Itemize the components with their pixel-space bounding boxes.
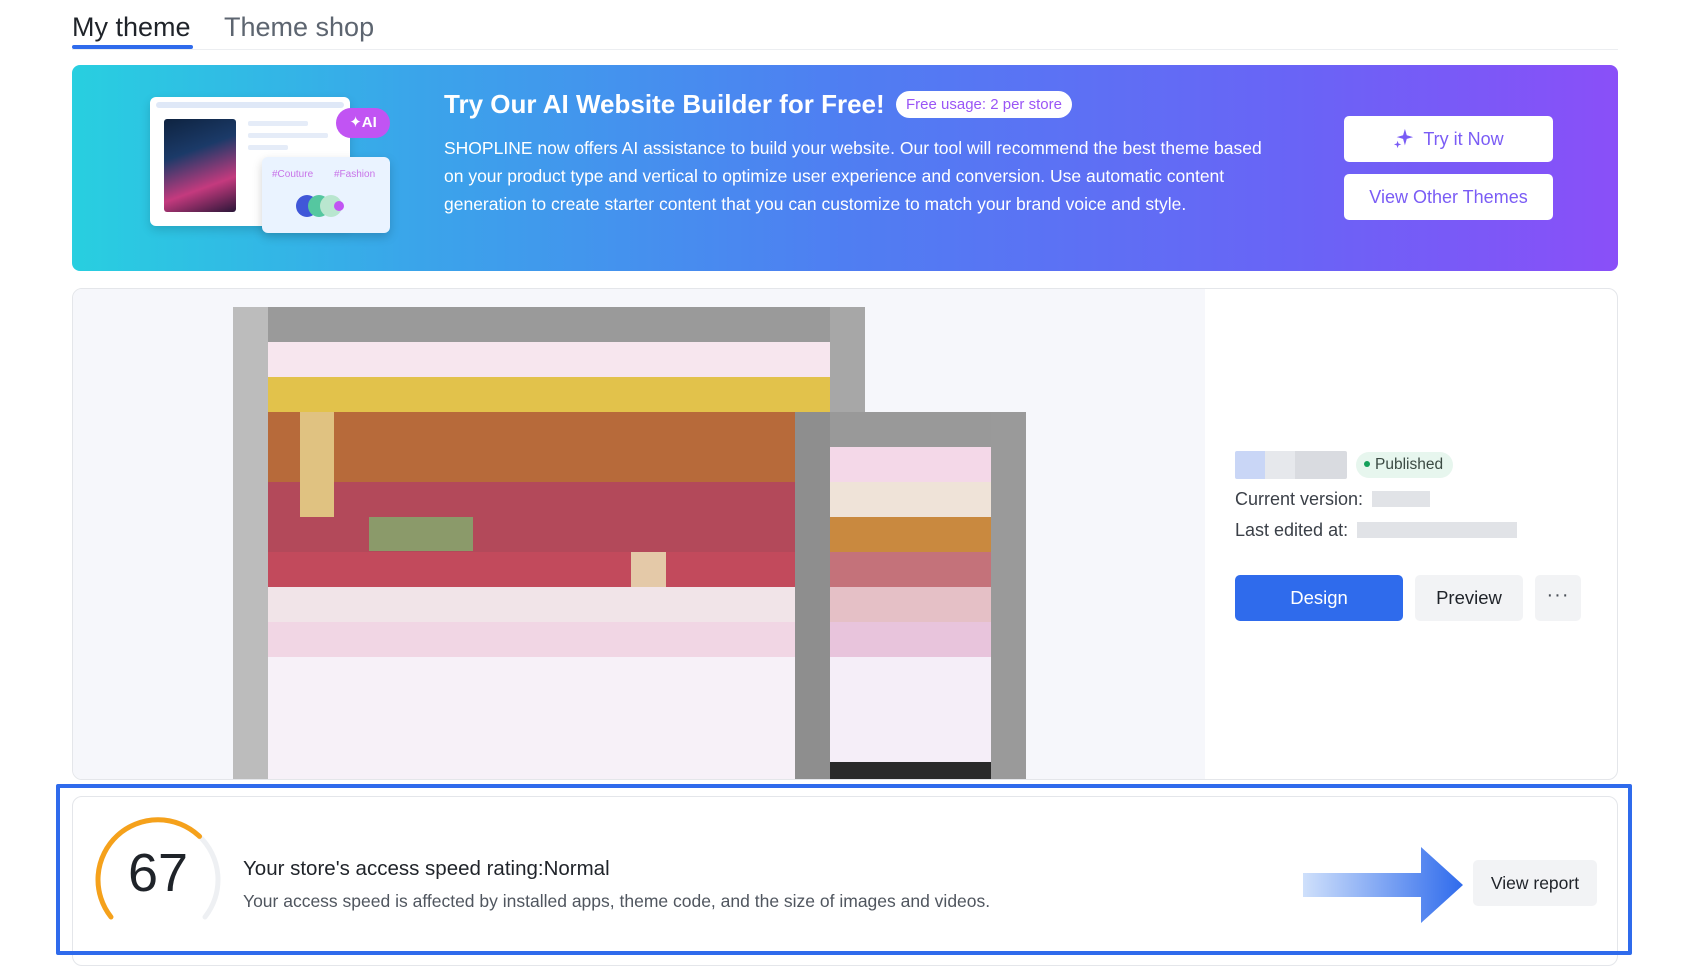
design-button[interactable]: Design [1235,575,1403,621]
arrow-right-icon [1303,847,1463,923]
color-swatches [296,195,352,217]
view-other-themes-button[interactable]: View Other Themes [1344,174,1553,220]
tab-my-theme[interactable]: My theme [72,10,191,44]
banner-description: SHOPLINE now offers AI assistance to bui… [444,138,1262,214]
tab-theme-shop[interactable]: Theme shop [224,10,374,44]
speed-score: 67 [127,843,189,903]
sparkle-icon: ✦ [349,114,362,131]
preview-button[interactable]: Preview [1415,575,1523,621]
status-badge: Published [1356,452,1454,478]
ai-badge: ✦AI [336,108,390,138]
more-options-button[interactable]: ··· [1535,575,1581,621]
current-theme-card: Published Current version: Last edited a… [72,288,1618,780]
speed-rating-title: Your store's access speed rating:Normal [243,857,610,880]
illustration-card: #Couture #Fashion [262,157,390,233]
themes-page: My theme Theme shop #Couture #Fashion ✦A… [0,0,1700,980]
banner-title: Try Our AI Website Builder for Free! [444,89,885,119]
active-tab-indicator [72,45,193,49]
try-it-now-button[interactable]: Try it Now [1344,116,1553,162]
sparkle-icon [1394,128,1414,149]
version-redacted [1372,491,1431,507]
current-version: Current version: [1235,487,1431,511]
illustration-photo [164,119,236,212]
speed-score-gauge: 67 [93,815,223,925]
theme-tabs: My theme Theme shop [72,0,1618,50]
illustration-tag-fashion: #Fashion [334,169,376,180]
illustration-tag-couture: #Couture [272,169,314,180]
last-edited: Last edited at: [1235,518,1518,542]
banner-illustration: #Couture #Fashion ✦AI [150,97,395,237]
view-report-button[interactable]: View report [1473,860,1597,906]
ai-builder-banner: #Couture #Fashion ✦AI Try Our AI Website… [72,65,1618,271]
theme-preview[interactable] [73,289,1205,779]
desktop-preview-thumbnail [233,307,865,779]
speed-rating-card: 67 Your store's access speed rating:Norm… [72,796,1618,966]
theme-info-panel: Published Current version: Last edited a… [1235,289,1615,779]
theme-name-redacted [1235,451,1347,479]
status-dot-icon [1364,461,1370,467]
date-redacted [1357,522,1518,538]
free-usage-badge: Free usage: 2 per store [896,91,1072,118]
speed-rating-description: Your access speed is affected by install… [243,891,991,911]
